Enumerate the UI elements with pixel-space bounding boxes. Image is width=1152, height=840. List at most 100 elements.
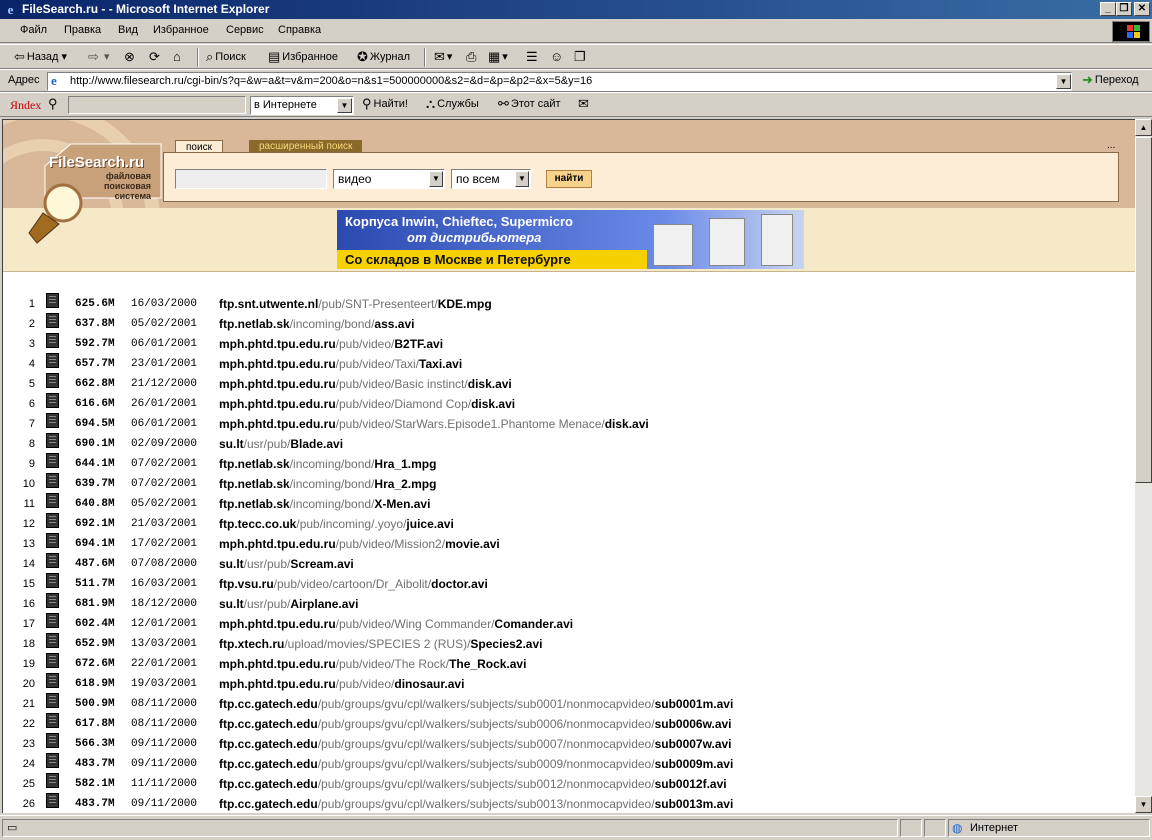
ad-banner[interactable]: Корпуса Inwin, Chieftec, Supermicro от д… (337, 210, 804, 269)
messenger-button[interactable]: ☺ (550, 49, 565, 65)
host-link[interactable]: mph.phtd.tpu.edu.ru (219, 377, 336, 391)
dir-link[interactable]: /usr/pub/ (244, 437, 291, 451)
file-link[interactable]: disk.avi (468, 377, 512, 391)
address-input[interactable]: e http://www.filesearch.ru/cgi-bin/s?q=&… (47, 72, 1072, 91)
video-file-icon[interactable] (46, 673, 59, 688)
dir-link[interactable]: /pub/video/Diamond Cop/ (336, 397, 471, 411)
print-button[interactable]: ⎙ (466, 49, 478, 65)
host-link[interactable]: ftp.cc.gatech.edu (219, 697, 318, 711)
stop-button[interactable]: ⊗ (124, 49, 137, 65)
file-link[interactable]: Taxi.avi (419, 357, 462, 371)
host-link[interactable]: mph.phtd.tpu.edu.ru (219, 657, 336, 671)
dir-link[interactable]: /pub/incoming/.yoyo/ (296, 517, 406, 531)
video-file-icon[interactable] (46, 353, 59, 368)
video-file-icon[interactable] (46, 753, 59, 768)
dir-link[interactable]: /pub/SNT-Presenteert/ (318, 297, 437, 311)
host-link[interactable]: ftp.snt.utwente.nl (219, 297, 318, 311)
video-file-icon[interactable] (46, 333, 59, 348)
host-link[interactable]: su.lt (219, 437, 244, 451)
edit-button[interactable]: ▦ ▾ (488, 49, 508, 65)
dir-link[interactable]: /usr/pub/ (244, 597, 291, 611)
host-link[interactable]: mph.phtd.tpu.edu.ru (219, 357, 336, 371)
search-input[interactable] (175, 169, 327, 189)
menu-file[interactable]: Файл (20, 24, 47, 36)
scroll-down-button[interactable]: ▼ (1135, 796, 1152, 813)
video-file-icon[interactable] (46, 413, 59, 428)
video-file-icon[interactable] (46, 433, 59, 448)
file-link[interactable]: sub0013m.avi (655, 797, 734, 811)
video-file-icon[interactable] (46, 773, 59, 788)
dir-link[interactable]: /incoming/bond/ (290, 477, 375, 491)
yandex-this-site-button[interactable]: ⚯ Этот сайт (498, 96, 561, 112)
host-link[interactable]: mph.phtd.tpu.edu.ru (219, 337, 336, 351)
video-file-icon[interactable] (46, 553, 59, 568)
host-link[interactable]: mph.phtd.tpu.edu.ru (219, 617, 336, 631)
yandex-search-input[interactable] (68, 96, 246, 114)
video-file-icon[interactable] (46, 313, 59, 328)
related-button[interactable]: ❐ (574, 49, 588, 65)
dir-link[interactable]: /pub/groups/gvu/cpl/walkers/subjects/sub… (318, 737, 655, 751)
file-link[interactable]: X-Men.avi (374, 497, 430, 511)
file-link[interactable]: Hra_2.mpg (374, 477, 436, 491)
video-file-icon[interactable] (46, 473, 59, 488)
vertical-scrollbar[interactable]: ▲ ▼ (1135, 119, 1152, 813)
title-bar[interactable]: e FileSearch.ru - - Microsoft Internet E… (0, 0, 1152, 19)
host-link[interactable]: su.lt (219, 557, 244, 571)
host-link[interactable]: ftp.cc.gatech.edu (219, 777, 318, 791)
file-link[interactable]: Airplane.avi (290, 597, 358, 611)
dir-link[interactable]: /pub/groups/gvu/cpl/walkers/subjects/sub… (318, 757, 655, 771)
file-link[interactable]: Scream.avi (290, 557, 353, 571)
host-link[interactable]: su.lt (219, 597, 244, 611)
dir-link[interactable]: /pub/video/Wing Commander/ (336, 617, 495, 631)
dir-link[interactable]: /usr/pub/ (244, 557, 291, 571)
close-button[interactable]: ✕ (1134, 2, 1150, 16)
video-file-icon[interactable] (46, 713, 59, 728)
history-button[interactable]: ✪ Журнал (357, 49, 410, 65)
find-button[interactable]: найти (546, 170, 592, 188)
dir-link[interactable]: /pub/video/cartoon/Dr_Aibolit/ (274, 577, 431, 591)
file-link[interactable]: Hra_1.mpg (374, 457, 436, 471)
refresh-button[interactable]: ⟳ (149, 49, 162, 65)
yandex-mail-button[interactable]: ✉ (578, 96, 591, 112)
file-link[interactable]: The_Rock.avi (449, 657, 526, 671)
host-link[interactable]: ftp.cc.gatech.edu (219, 717, 318, 731)
video-file-icon[interactable] (46, 513, 59, 528)
file-link[interactable]: Blade.avi (290, 437, 343, 451)
host-link[interactable]: mph.phtd.tpu.edu.ru (219, 537, 336, 551)
file-link[interactable]: disk.avi (471, 397, 515, 411)
home-button[interactable]: ⌂ (173, 49, 183, 65)
address-dropdown-button[interactable]: ▼ (1056, 74, 1071, 89)
video-file-icon[interactable] (46, 693, 59, 708)
video-file-icon[interactable] (46, 493, 59, 508)
dir-link[interactable]: /pub/video/Basic instinct/ (336, 377, 468, 391)
video-file-icon[interactable] (46, 613, 59, 628)
dir-link[interactable]: /incoming/bond/ (290, 457, 375, 471)
dir-link[interactable]: /pub/video/StarWars.Episode1.Phantome Me… (336, 417, 605, 431)
video-file-icon[interactable] (46, 593, 59, 608)
type-select[interactable]: видео ▼ (333, 169, 445, 189)
video-file-icon[interactable] (46, 393, 59, 408)
host-link[interactable]: ftp.vsu.ru (219, 577, 274, 591)
more-link[interactable]: ... (1107, 140, 1115, 151)
file-link[interactable]: sub0007w.avi (655, 737, 732, 751)
dir-link[interactable]: /pub/video/Taxi/ (336, 357, 419, 371)
yandex-services-button[interactable]: ⛬ Службы (426, 96, 479, 112)
maximize-button[interactable]: ❐ (1116, 2, 1132, 16)
host-link[interactable]: ftp.netlab.sk (219, 497, 290, 511)
video-file-icon[interactable] (46, 573, 59, 588)
host-link[interactable]: ftp.xtech.ru (219, 637, 284, 651)
yandex-logo[interactable]: Яndex (10, 98, 41, 113)
file-link[interactable]: sub0001m.avi (655, 697, 734, 711)
search-button[interactable]: ⌕ Поиск (206, 49, 246, 65)
video-file-icon[interactable] (46, 373, 59, 388)
scope-dropdown-button[interactable]: ▼ (337, 98, 352, 113)
file-link[interactable]: sub0006w.avi (655, 717, 732, 731)
host-link[interactable]: mph.phtd.tpu.edu.ru (219, 677, 336, 691)
file-link[interactable]: disk.avi (605, 417, 649, 431)
menu-edit[interactable]: Правка (64, 24, 101, 36)
dir-link[interactable]: /upload/movies/SPECIES 2 (RUS)/ (284, 637, 470, 651)
dir-link[interactable]: /pub/groups/gvu/cpl/walkers/subjects/sub… (318, 697, 655, 711)
dir-link[interactable]: /pub/video/ (336, 677, 395, 691)
dir-link[interactable]: /incoming/bond/ (290, 497, 375, 511)
dir-link[interactable]: /pub/groups/gvu/cpl/walkers/subjects/sub… (318, 777, 655, 791)
